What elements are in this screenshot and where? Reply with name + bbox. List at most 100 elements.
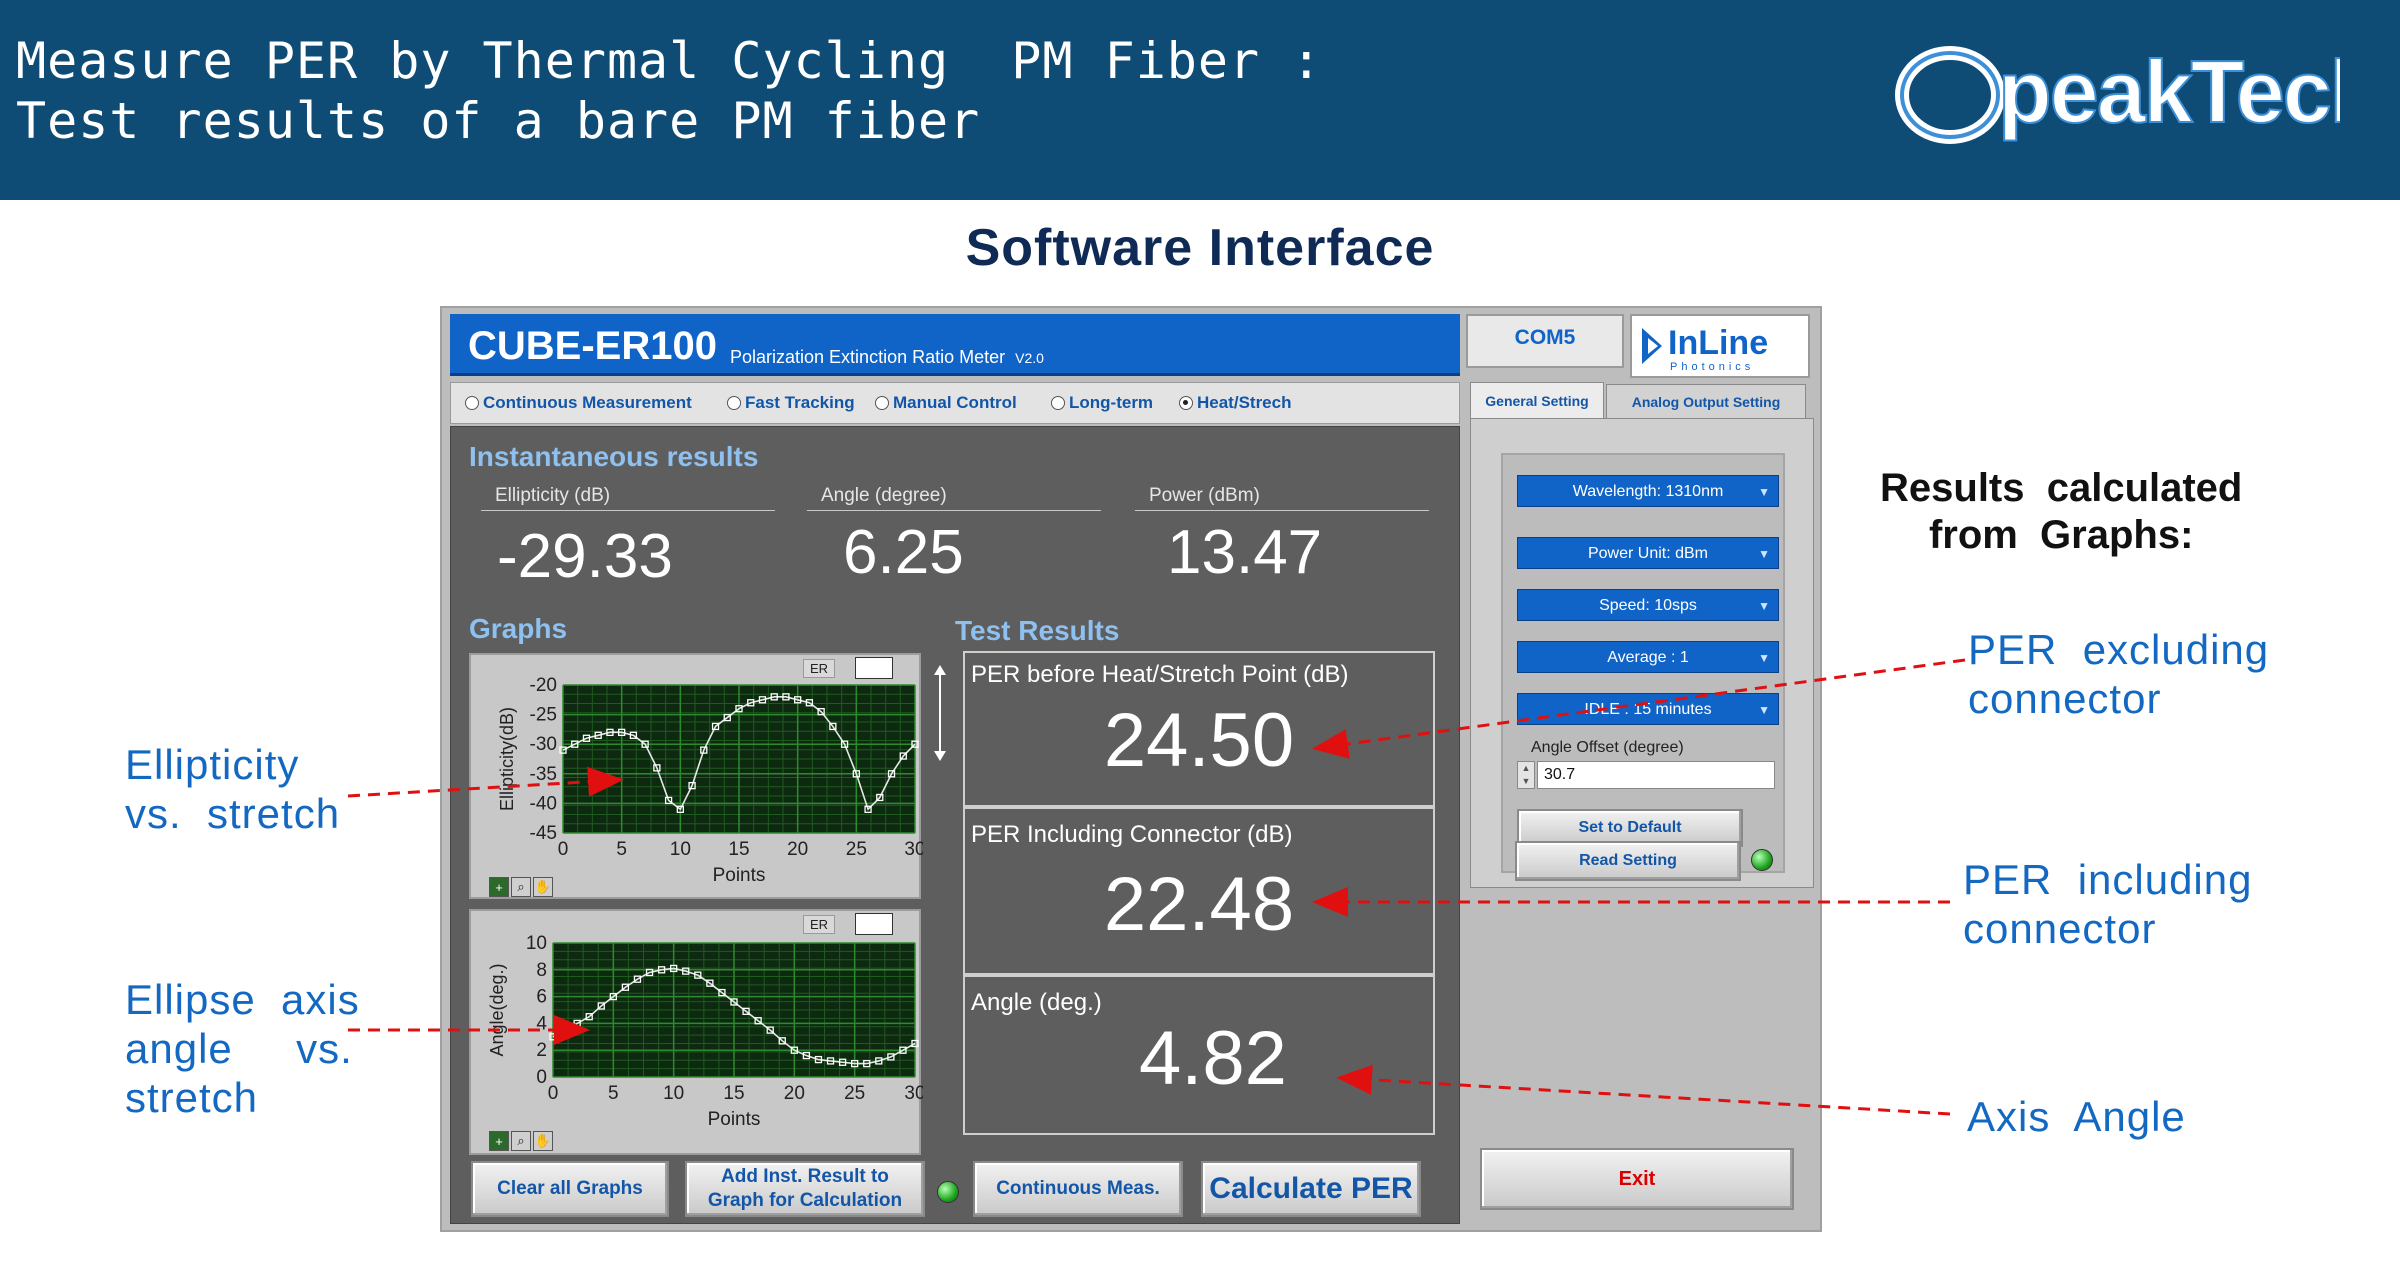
y-axis-title: Angle(deg.) xyxy=(487,963,507,1056)
settings-group: Wavelength: 1310nm ▼ Power Unit: dBm ▼ Spe… xyxy=(1501,453,1785,873)
average-select[interactable]: Average : 1 ▼ xyxy=(1517,641,1779,673)
read-setting-button[interactable]: Read Setting xyxy=(1515,841,1741,881)
mode-label: Manual Control xyxy=(893,393,1017,412)
annotation-results-calculated: Results calculated from Graphs: xyxy=(1880,466,2243,557)
inline-photonics-logo: InLine Photonics xyxy=(1630,314,1810,378)
annotation-ellipse-axis: Ellipse axis angle vs. stretch xyxy=(125,976,360,1122)
calculate-per-button[interactable]: Calculate PER xyxy=(1201,1161,1421,1217)
power-unit-select[interactable]: Power Unit: dBm ▼ xyxy=(1517,537,1779,569)
ellipticity-value: -29.33 xyxy=(497,522,673,591)
angle-chart: 0 5 10 15 20 25 301086420PointsAngle(deg.) xyxy=(487,933,923,1130)
x-axis-title: Points xyxy=(713,865,766,886)
slide-subtitle: Software Interface xyxy=(965,219,1435,277)
graph-tools: + ⌕ ✋ xyxy=(489,1131,553,1151)
zoom-icon[interactable]: ⌕ xyxy=(511,1131,531,1151)
mode-manual-control[interactable]: Manual Control xyxy=(875,393,1017,413)
x-tick-label: 10 xyxy=(670,839,691,860)
x-tick-label: 25 xyxy=(846,839,867,860)
y-axis-title: Ellipticity(dB) xyxy=(497,707,517,811)
per-including-box: PER Including Connector (dB) 22.48 xyxy=(963,807,1435,975)
app-version: V2.0 xyxy=(1015,350,1044,366)
radio-icon xyxy=(875,396,889,410)
main-panel: Instantaneous results Ellipticity (dB) -… xyxy=(450,426,1460,1224)
tab-general-setting[interactable]: General Setting xyxy=(1470,382,1604,418)
y-tick-label: -25 xyxy=(530,705,557,726)
power-unit-value: Power Unit: dBm xyxy=(1587,545,1709,562)
idle-select[interactable]: IDLE : 15 minutes ▼ xyxy=(1517,693,1779,725)
per-before-label: PER before Heat/Stretch Point (dB) xyxy=(971,661,1349,688)
x-tick-label: 30 xyxy=(904,1083,923,1104)
x-tick-label: 20 xyxy=(784,1083,805,1104)
app-window: CUBE-ER100 Polarization Extinction Ratio… xyxy=(440,306,1822,1232)
y-tick-label: -30 xyxy=(530,734,557,755)
app-name: CUBE-ER100 xyxy=(468,324,717,368)
per-before-box: PER before Heat/Stretch Point (dB) 24.50 xyxy=(963,651,1435,807)
radio-icon xyxy=(465,396,479,410)
opeaktech-logo: peakTech xyxy=(1890,30,2340,160)
status-led-icon xyxy=(937,1181,959,1203)
ellipticity-graph[interactable]: ER 0 5 10 15 20 25 30 -20 -25 -30 -35 -40 -45 Points E… xyxy=(469,653,923,899)
x-tick-label: 15 xyxy=(728,839,749,860)
mode-label: Fast Tracking xyxy=(745,393,855,412)
y-tick-label: 2 xyxy=(536,1040,547,1061)
chevron-down-icon: ▼ xyxy=(1758,547,1770,561)
mode-label: Heat/Strech xyxy=(1197,393,1292,412)
mode-label: Long-term xyxy=(1069,393,1154,412)
power-value: 13.47 xyxy=(1167,518,1323,587)
angle-offset-spinner[interactable]: ▲ ▼ xyxy=(1517,761,1535,789)
angle-graph[interactable]: ER 0 5 10 15 20 25 30 10 8 6 4 2 0 Points Angle(deg.) … xyxy=(469,909,923,1155)
tab-analog-output-setting[interactable]: Analog Output Setting xyxy=(1606,384,1806,420)
speed-value: Speed: 10sps xyxy=(1599,597,1697,614)
x-tick-label: 20 xyxy=(787,839,808,860)
zoom-icon[interactable]: ⌕ xyxy=(511,877,531,897)
com-port-indicator[interactable]: COM5 xyxy=(1466,314,1624,368)
mode-heat-stretch[interactable]: Heat/Strech xyxy=(1179,393,1291,413)
chevron-down-icon: ▼ xyxy=(1758,599,1770,613)
brand-sub: Photonics xyxy=(1670,361,1754,373)
slide-title-line-1: Measure PER by Thermal Cycling PM Fiber … xyxy=(16,32,1323,90)
exit-button[interactable]: Exit xyxy=(1480,1148,1794,1210)
continuous-meas-button[interactable]: Continuous Meas. xyxy=(973,1161,1183,1217)
y-tick-label: -45 xyxy=(530,823,557,844)
app-description-text: Polarization Extinction Ratio Meter xyxy=(730,347,1006,367)
annotation-per-including: PER including connector xyxy=(1963,856,2253,953)
angle-offset-input[interactable]: 30.7 xyxy=(1537,761,1775,789)
per-before-value: 24.50 xyxy=(1103,698,1295,783)
clear-all-graphs-button[interactable]: Clear all Graphs xyxy=(471,1161,669,1217)
x-tick-label: 0 xyxy=(548,1083,559,1104)
add-inst-result-button[interactable]: Add Inst. Result to Graph for Calculatio… xyxy=(685,1161,925,1217)
angle-label: Angle (degree) xyxy=(807,485,1101,511)
slide-title-line-2: Test results of a bare PM fiber xyxy=(16,92,981,150)
ellipticity-chart: 0 5 10 15 20 25 30 -20 -25 -30 -35 -40 -45 Points Elli… xyxy=(497,675,923,886)
power-label: Power (dBm) xyxy=(1135,485,1429,511)
angle-offset-label: Angle Offset (degree) xyxy=(1531,739,1684,756)
radio-icon xyxy=(1051,396,1065,410)
y-tick-label: -35 xyxy=(530,764,557,785)
x-tick-label: 15 xyxy=(723,1083,744,1104)
brand-name: InLine xyxy=(1668,324,1768,362)
mode-fast-tracking[interactable]: Fast Tracking xyxy=(727,393,855,413)
annotation-axis-angle: Axis Angle xyxy=(1967,1093,2186,1140)
x-tick-label: 25 xyxy=(844,1083,865,1104)
angle-result-label: Angle (deg.) xyxy=(971,989,1102,1016)
idle-value: IDLE : 15 minutes xyxy=(1584,701,1712,718)
mode-long-term[interactable]: Long-term xyxy=(1051,393,1153,413)
wavelength-select[interactable]: Wavelength: 1310nm ▼ xyxy=(1517,475,1779,507)
mode-label: Continuous Measurement xyxy=(483,393,692,412)
general-setting-body: Wavelength: 1310nm ▼ Power Unit: dBm ▼ Spe… xyxy=(1470,418,1814,888)
crosshair-icon[interactable]: + xyxy=(489,1131,509,1151)
speed-select[interactable]: Speed: 10sps ▼ xyxy=(1517,589,1779,621)
inline-photonics-logo-icon: InLine Photonics xyxy=(1642,324,1768,373)
scroll-arrows-icon[interactable] xyxy=(931,663,949,763)
crosshair-icon[interactable]: + xyxy=(489,877,509,897)
chevron-down-icon: ▼ xyxy=(1758,651,1770,665)
hand-pan-icon[interactable]: ✋ xyxy=(533,1131,553,1151)
instantaneous-heading: Instantaneous results xyxy=(469,441,759,472)
slide-header: Measure PER by Thermal Cycling PM Fiber … xyxy=(0,0,2400,200)
y-tick-label: -40 xyxy=(530,793,557,814)
ellipticity-label: Ellipticity (dB) xyxy=(481,485,775,511)
x-tick-label: 5 xyxy=(616,839,627,860)
hand-pan-icon[interactable]: ✋ xyxy=(533,877,553,897)
mode-continuous-measurement[interactable]: Continuous Measurement xyxy=(465,393,692,413)
average-value: Average : 1 xyxy=(1607,649,1689,666)
